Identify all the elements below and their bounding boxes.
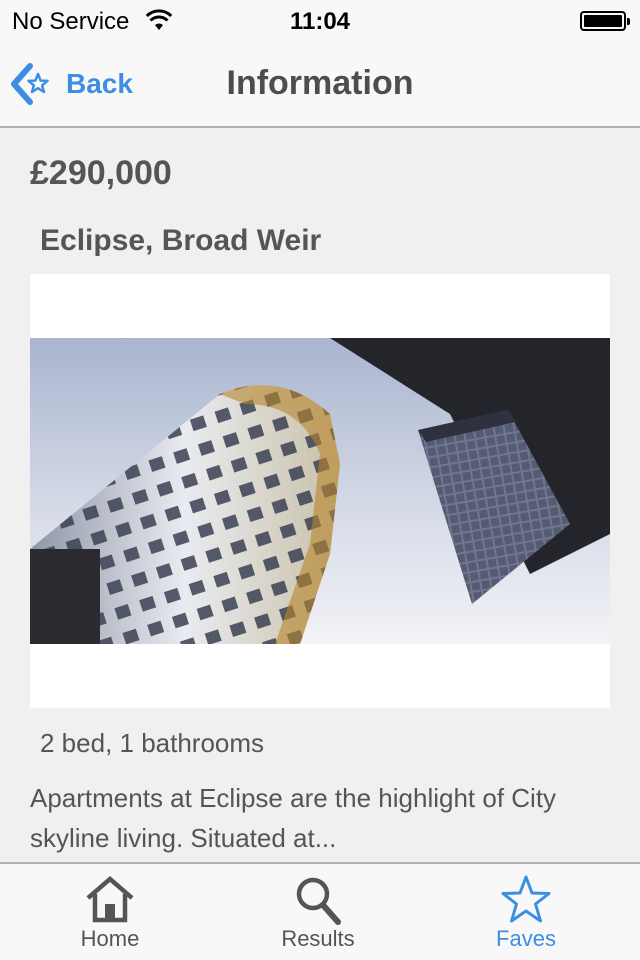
listing-photo <box>30 274 610 708</box>
status-bar: No Service 11:04 <box>0 0 640 40</box>
navigation-bar: Back Information <box>0 40 640 128</box>
property-image <box>30 274 610 708</box>
home-icon <box>86 876 134 923</box>
clock: 11:04 <box>289 8 351 35</box>
listing-rooms: 2 bed, 1 bathrooms <box>40 728 265 758</box>
page-title: Information <box>226 64 414 102</box>
listing-price: £290,000 <box>30 154 172 192</box>
tab-results[interactable]: Results <box>238 864 398 960</box>
tab-bar: Home Results Faves <box>0 862 640 960</box>
tab-home-label: Home <box>80 926 140 951</box>
star-icon <box>501 875 551 923</box>
listing-detail: £290,000 Eclipse, Broad Weir 2 bed, 1 ba… <box>0 130 640 862</box>
listing-address: Eclipse, Broad Weir <box>40 224 322 257</box>
search-icon <box>296 877 341 925</box>
tab-faves[interactable]: Faves <box>446 864 606 960</box>
listing-description: Apartments at Eclipse are the highlight … <box>30 783 557 853</box>
battery-icon <box>580 11 630 31</box>
tab-faves-label: Faves <box>496 926 556 951</box>
tab-results-label: Results <box>281 926 355 951</box>
tab-home[interactable]: Home <box>30 864 190 960</box>
